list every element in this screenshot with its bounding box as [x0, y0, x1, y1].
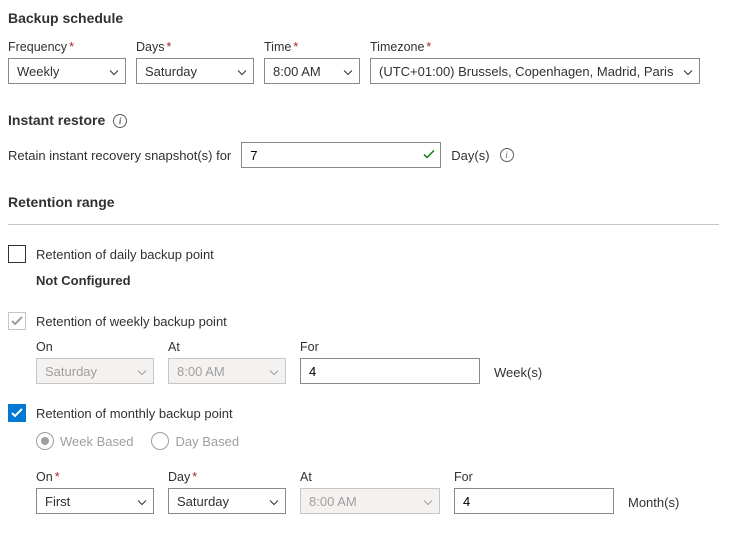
monthly-on-select[interactable]: First [36, 488, 154, 514]
weekly-check-line: Retention of weekly backup point [8, 312, 719, 330]
weekly-sub-row: On Saturday At 8:00 AM For Week(s) [36, 340, 719, 384]
timezone-label: Timezone* [370, 40, 700, 54]
monthly-unit: Month(s) [628, 495, 679, 514]
chevron-down-icon [423, 494, 433, 509]
monthly-at-label: At [300, 470, 440, 484]
monthly-radio-row: Week Based Day Based [36, 432, 719, 450]
monthly-day-field: Day* Saturday [168, 470, 286, 514]
daily-check-line: Retention of daily backup point [8, 245, 719, 263]
week-based-radio [36, 432, 54, 450]
day-based-radio [151, 432, 169, 450]
timezone-select[interactable]: (UTC+01:00) Brussels, Copenhagen, Madrid… [370, 58, 700, 84]
monthly-at-select: 8:00 AM [300, 488, 440, 514]
days-field: Days* Saturday [136, 40, 254, 84]
time-value: 8:00 AM [273, 64, 321, 79]
divider [8, 224, 719, 225]
backup-schedule-title: Backup schedule [8, 10, 719, 26]
chevron-down-icon [269, 364, 279, 379]
weekly-on-value: Saturday [45, 364, 97, 379]
frequency-value: Weekly [17, 64, 59, 79]
daily-label: Retention of daily backup point [36, 247, 214, 262]
chevron-down-icon [683, 64, 693, 79]
monthly-day-label: Day* [168, 470, 286, 484]
retain-label: Retain instant recovery snapshot(s) for [8, 148, 231, 163]
monthly-label: Retention of monthly backup point [36, 406, 233, 421]
weekly-at-value: 8:00 AM [177, 364, 225, 379]
daily-not-configured: Not Configured [36, 273, 719, 288]
frequency-label: Frequency* [8, 40, 126, 54]
chevron-down-icon [109, 64, 119, 79]
weekly-for-field: For [300, 340, 480, 384]
weekly-unit: Week(s) [494, 365, 542, 384]
daily-checkbox[interactable] [8, 245, 26, 263]
instant-restore-title: Instant restore i [8, 112, 719, 128]
chevron-down-icon [269, 494, 279, 509]
frequency-select[interactable]: Weekly [8, 58, 126, 84]
days-value: Saturday [145, 64, 197, 79]
weekly-at-label: At [168, 340, 286, 354]
monthly-at-value: 8:00 AM [309, 494, 357, 509]
days-select[interactable]: Saturday [136, 58, 254, 84]
monthly-on-field: On* First [36, 470, 154, 514]
monthly-at-field: At 8:00 AM [300, 470, 440, 514]
retention-range-title: Retention range [8, 194, 719, 210]
monthly-checkbox[interactable] [8, 404, 26, 422]
chevron-down-icon [343, 64, 353, 79]
monthly-day-value: Saturday [177, 494, 229, 509]
weekly-for-input[interactable] [300, 358, 480, 384]
day-based-label: Day Based [175, 434, 239, 449]
retain-input[interactable] [241, 142, 441, 168]
monthly-check-line: Retention of monthly backup point [8, 404, 719, 422]
monthly-for-input[interactable] [454, 488, 614, 514]
monthly-day-select[interactable]: Saturday [168, 488, 286, 514]
weekly-at-field: At 8:00 AM [168, 340, 286, 384]
monthly-for-label: For [454, 470, 614, 484]
chevron-down-icon [237, 64, 247, 79]
weekly-on-select: Saturday [36, 358, 154, 384]
retain-field [241, 142, 441, 168]
weekly-label: Retention of weekly backup point [36, 314, 227, 329]
instant-restore-row: Retain instant recovery snapshot(s) for … [8, 142, 719, 168]
timezone-value: (UTC+01:00) Brussels, Copenhagen, Madrid… [379, 64, 673, 79]
time-field: Time* 8:00 AM [264, 40, 360, 84]
chevron-down-icon [137, 494, 147, 509]
schedule-row: Frequency* Weekly Days* Saturday Time* 8… [8, 40, 719, 84]
weekly-on-field: On Saturday [36, 340, 154, 384]
monthly-for-field: For [454, 470, 614, 514]
monthly-on-label: On* [36, 470, 154, 484]
info-icon[interactable]: i [500, 148, 514, 162]
chevron-down-icon [137, 364, 147, 379]
weekly-at-select: 8:00 AM [168, 358, 286, 384]
days-label: Days* [136, 40, 254, 54]
weekly-checkbox [8, 312, 26, 330]
week-based-label: Week Based [60, 434, 133, 449]
time-label: Time* [264, 40, 360, 54]
monthly-on-value: First [45, 494, 70, 509]
info-icon[interactable]: i [113, 114, 127, 128]
weekly-on-label: On [36, 340, 154, 354]
time-select[interactable]: 8:00 AM [264, 58, 360, 84]
timezone-field: Timezone* (UTC+01:00) Brussels, Copenhag… [370, 40, 700, 84]
monthly-sub-row: On* First Day* Saturday At 8:00 AM For M… [36, 470, 719, 514]
weekly-for-label: For [300, 340, 480, 354]
retain-unit: Day(s) [451, 148, 489, 163]
frequency-field: Frequency* Weekly [8, 40, 126, 84]
